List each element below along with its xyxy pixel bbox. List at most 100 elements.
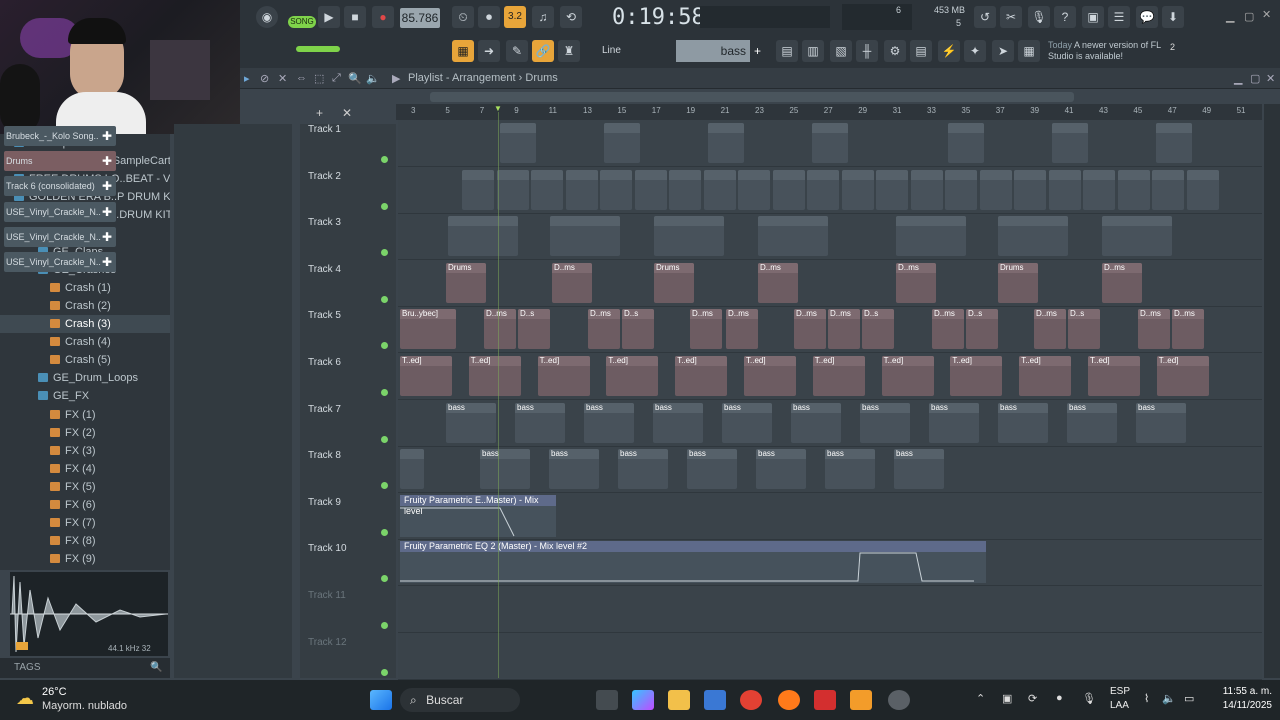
pattern-clip[interactable] [550, 216, 620, 257]
browser-item[interactable]: FX (9) [0, 550, 170, 568]
audio-clip[interactable]: Drums [446, 262, 486, 303]
pattern-clip[interactable] [1052, 123, 1088, 163]
pattern-clip[interactable] [812, 123, 848, 163]
pattern-clip[interactable]: bass [618, 449, 668, 490]
automation-clip[interactable]: Fruity Parametric E..Master) - Mix level [400, 494, 556, 537]
loop-record-icon[interactable]: ⟲ [560, 6, 582, 28]
select-tool-icon[interactable]: ⬚ [314, 72, 326, 85]
pattern-clip[interactable]: bass [480, 449, 530, 490]
audio-clip[interactable]: T..ed] [1088, 356, 1140, 396]
minimize-icon[interactable]: ▁ [1226, 10, 1238, 23]
audio-clip[interactable]: D..s [862, 309, 894, 350]
master-volume-slider[interactable] [296, 46, 340, 52]
picker-item[interactable]: USE_Vinyl_Crackle_N.. ✚ [4, 226, 116, 247]
volume-icon[interactable]: 🔈 [1162, 692, 1176, 706]
picker-add-icon[interactable]: ✚ [102, 126, 112, 146]
pattern-clip[interactable]: bass [756, 449, 806, 490]
pattern-clip[interactable] [703, 169, 736, 210]
browser-item[interactable]: FX (4) [0, 460, 170, 478]
tools-icon[interactable]: ✦ [964, 40, 986, 62]
browser-item[interactable]: FX (6) [0, 496, 170, 514]
picker-item[interactable]: Brubeck_-_Kolo Song.. ✚ [4, 126, 116, 146]
pattern-clip[interactable] [896, 216, 966, 257]
picker-item[interactable]: USE_Vinyl_Crackle_N.. ✚ [4, 201, 116, 222]
pattern-clip[interactable] [1186, 169, 1219, 210]
pattern-clip[interactable] [1152, 169, 1184, 210]
audio-clip[interactable]: T..ed] [744, 356, 796, 396]
obs-icon[interactable] [888, 690, 910, 710]
pattern-clip[interactable] [1102, 216, 1172, 257]
pattern-clip[interactable] [876, 169, 908, 210]
pattern-clip[interactable] [772, 169, 805, 210]
stop-icon[interactable]: ■ [344, 6, 366, 28]
pattern-clip[interactable] [1083, 169, 1115, 210]
audio-clip[interactable]: D..ms [1172, 309, 1204, 350]
track-name[interactable]: Track 4 [308, 262, 388, 278]
browser-item[interactable]: FX (8) [0, 532, 170, 550]
pattern-clip[interactable] [841, 169, 874, 210]
pattern-clip[interactable]: bass [825, 449, 875, 490]
playlist-menu-icon[interactable]: ▸ [244, 72, 256, 85]
playlist-play-icon[interactable]: ▶ [392, 72, 404, 85]
snap-selector[interactable]: Line [602, 42, 652, 60]
audio-clip[interactable]: Drums [998, 262, 1038, 303]
pattern-clip[interactable] [807, 169, 839, 210]
pattern-clip[interactable] [948, 123, 984, 163]
record-icon[interactable]: ● [372, 6, 394, 28]
pattern-clip[interactable] [1156, 123, 1192, 163]
pattern-selector[interactable]: bass [676, 40, 750, 62]
fl-studio-icon[interactable] [850, 690, 872, 710]
track-name[interactable]: Track 10 [308, 541, 388, 557]
pattern-clip[interactable] [531, 169, 563, 210]
pattern-clip[interactable] [496, 169, 529, 210]
next-icon[interactable]: ➜ [478, 40, 500, 62]
pattern-clip[interactable] [1117, 169, 1150, 210]
audio-clip[interactable]: T..ed] [468, 356, 521, 396]
pattern-clip[interactable]: bass [722, 402, 772, 443]
store-icon[interactable] [704, 690, 726, 710]
wifi-icon[interactable]: ⌇ [1144, 692, 1158, 706]
playhead[interactable] [498, 112, 499, 678]
browser-item[interactable]: Crash (3) [0, 315, 170, 333]
plug-icon[interactable]: ⚡ [938, 40, 960, 62]
audio-clip[interactable]: D..ms [1102, 262, 1142, 303]
pattern-clip[interactable]: bass [446, 402, 496, 443]
pattern-clip[interactable] [979, 169, 1012, 210]
audio-clip[interactable]: T..ed] [400, 356, 452, 396]
audio-clip[interactable]: D..ms [484, 309, 516, 350]
pattern-clip[interactable]: bass [894, 449, 944, 490]
file-explorer-icon[interactable] [668, 690, 690, 710]
picker-add-icon[interactable]: ✚ [102, 151, 112, 171]
pattern-clip[interactable]: bass [1067, 402, 1117, 443]
track-lane[interactable] [398, 633, 1262, 680]
audio-clip[interactable]: D..ms [690, 309, 722, 350]
update-notice[interactable]: Today A newer version of FL Studio is av… [1048, 40, 1168, 62]
weather-desc[interactable]: Mayorm. nublado [42, 700, 142, 714]
audio-clip[interactable]: D..ms [828, 309, 860, 350]
zoom-fit-icon[interactable]: ⤢ [332, 72, 344, 84]
track-lane[interactable] [398, 586, 1262, 633]
pattern-clip[interactable] [669, 169, 701, 210]
wps-icon[interactable] [814, 690, 836, 710]
browser-item[interactable]: GE_FX [0, 387, 170, 405]
picker-item[interactable]: Track 6 (consolidated) ✚ [4, 176, 116, 197]
browser-item[interactable]: FX (7) [0, 514, 170, 532]
pattern-clip[interactable] [708, 123, 744, 163]
plugin-icon[interactable]: ⚙ [884, 40, 906, 62]
copilot-icon[interactable] [632, 690, 654, 710]
pattern-clip[interactable] [1048, 169, 1081, 210]
cut-icon[interactable]: ✂ [1000, 6, 1022, 28]
picker-add-icon[interactable]: ✚ [102, 252, 112, 272]
track-mute-led[interactable] [381, 528, 388, 536]
pattern-clip[interactable] [910, 169, 943, 210]
tray-nvidia-icon[interactable]: ● [1056, 692, 1070, 706]
weather-icon[interactable]: ☁ [16, 688, 38, 710]
preview-play-icon[interactable] [16, 642, 28, 650]
countdown-icon[interactable]: ⏺ [478, 6, 500, 28]
blend-notes-icon[interactable]: ♫ [532, 6, 554, 28]
tempo-display[interactable]: 85.786 [400, 8, 440, 28]
remove-icon[interactable]: ✕ [342, 106, 354, 120]
zoom-icon[interactable]: 🔍 [348, 72, 362, 85]
picker-add-icon[interactable]: ✚ [102, 202, 112, 222]
pattern-clip[interactable] [604, 123, 640, 163]
